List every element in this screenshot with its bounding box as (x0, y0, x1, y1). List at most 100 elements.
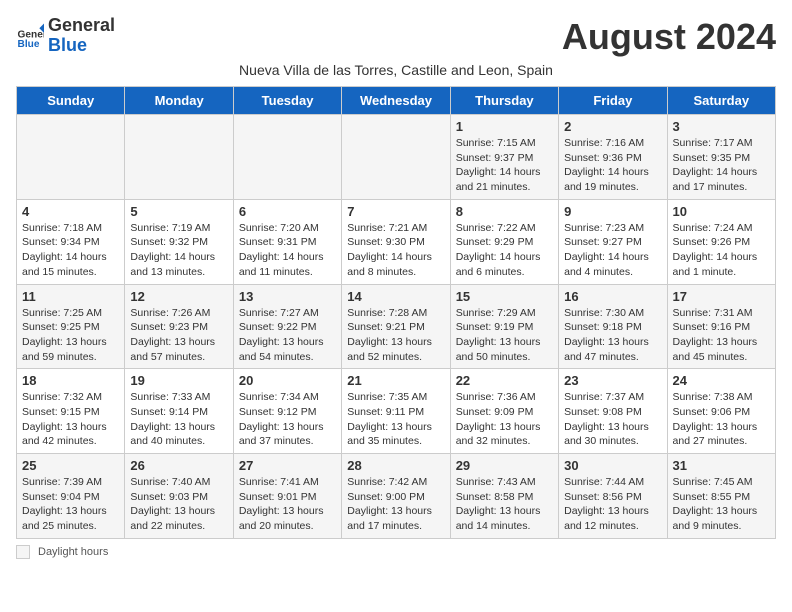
column-header-sunday: Sunday (17, 87, 125, 115)
column-header-thursday: Thursday (450, 87, 558, 115)
day-number: 24 (673, 373, 770, 388)
day-number: 3 (673, 119, 770, 134)
day-number: 10 (673, 204, 770, 219)
calendar-week-row: 1 Sunrise: 7:15 AM Sunset: 9:37 PM Daylig… (17, 115, 776, 200)
day-info: Sunrise: 7:28 AM Sunset: 9:21 PM Dayligh… (347, 306, 444, 365)
day-info: Sunrise: 7:45 AM Sunset: 8:55 PM Dayligh… (673, 475, 770, 534)
calendar-week-row: 18 Sunrise: 7:32 AM Sunset: 9:15 PM Dayli… (17, 369, 776, 454)
calendar-table: SundayMondayTuesdayWednesdayThursdayFrid… (16, 86, 776, 539)
day-info: Sunrise: 7:38 AM Sunset: 9:06 PM Dayligh… (673, 390, 770, 449)
day-number: 6 (239, 204, 336, 219)
day-number: 8 (456, 204, 553, 219)
day-number: 1 (456, 119, 553, 134)
legend: Daylight hours (16, 545, 776, 559)
day-number: 11 (22, 289, 119, 304)
day-info: Sunrise: 7:42 AM Sunset: 9:00 PM Dayligh… (347, 475, 444, 534)
calendar-cell: 30Sunrise: 7:44 AM Sunset: 8:56 PM Dayli… (559, 454, 667, 539)
day-info: Sunrise: 7:15 AM Sunset: 9:37 PM Dayligh… (456, 136, 553, 195)
day-number: 15 (456, 289, 553, 304)
calendar-cell: 1 Sunrise: 7:15 AM Sunset: 9:37 PM Daylig… (450, 115, 558, 200)
day-number: 5 (130, 204, 227, 219)
logo-blue-text: Blue (48, 35, 87, 55)
column-header-saturday: Saturday (667, 87, 775, 115)
legend-box (16, 545, 30, 559)
calendar-cell (342, 115, 450, 200)
calendar-cell: 19Sunrise: 7:33 AM Sunset: 9:14 PM Dayli… (125, 369, 233, 454)
calendar-cell: 27Sunrise: 7:41 AM Sunset: 9:01 PM Dayli… (233, 454, 341, 539)
legend-label: Daylight hours (38, 546, 108, 558)
column-header-friday: Friday (559, 87, 667, 115)
day-info: Sunrise: 7:40 AM Sunset: 9:03 PM Dayligh… (130, 475, 227, 534)
calendar-cell: 8 Sunrise: 7:22 AM Sunset: 9:29 PM Daylig… (450, 199, 558, 284)
calendar-cell: 9Sunrise: 7:23 AM Sunset: 9:27 PM Daylig… (559, 199, 667, 284)
logo: General Blue General Blue (16, 16, 115, 56)
calendar-cell: 20Sunrise: 7:34 AM Sunset: 9:12 PM Dayli… (233, 369, 341, 454)
calendar-cell: 23 Sunrise: 7:37 AM Sunset: 9:08 PM Dayli… (559, 369, 667, 454)
day-info: Sunrise: 7:36 AM Sunset: 9:09 PM Dayligh… (456, 390, 553, 449)
calendar-header-row: SundayMondayTuesdayWednesdayThursdayFrid… (17, 87, 776, 115)
day-info: Sunrise: 7:18 AM Sunset: 9:34 PM Dayligh… (22, 221, 119, 280)
day-number: 18 (22, 373, 119, 388)
day-number: 26 (130, 458, 227, 473)
day-number: 14 (347, 289, 444, 304)
calendar-cell: 16Sunrise: 7:30 AM Sunset: 9:18 PM Dayli… (559, 284, 667, 369)
day-info: Sunrise: 7:37 AM Sunset: 9:08 PM Dayligh… (564, 390, 661, 449)
calendar-cell: 6 Sunrise: 7:20 AM Sunset: 9:31 PM Daylig… (233, 199, 341, 284)
day-number: 22 (456, 373, 553, 388)
logo-icon: General Blue (16, 22, 44, 50)
day-info: Sunrise: 7:22 AM Sunset: 9:29 PM Dayligh… (456, 221, 553, 280)
calendar-cell: 25 Sunrise: 7:39 AM Sunset: 9:04 PM Dayli… (17, 454, 125, 539)
calendar-cell: 11Sunrise: 7:25 AM Sunset: 9:25 PM Dayli… (17, 284, 125, 369)
day-info: Sunrise: 7:43 AM Sunset: 8:58 PM Dayligh… (456, 475, 553, 534)
day-number: 13 (239, 289, 336, 304)
day-number: 30 (564, 458, 661, 473)
day-number: 23 (564, 373, 661, 388)
column-header-tuesday: Tuesday (233, 87, 341, 115)
day-info: Sunrise: 7:16 AM Sunset: 9:36 PM Dayligh… (564, 136, 661, 195)
column-header-monday: Monday (125, 87, 233, 115)
calendar-cell: 7 Sunrise: 7:21 AM Sunset: 9:30 PM Daylig… (342, 199, 450, 284)
calendar-cell: 26 Sunrise: 7:40 AM Sunset: 9:03 PM Dayli… (125, 454, 233, 539)
calendar-cell: 13 Sunrise: 7:27 AM Sunset: 9:22 PM Dayli… (233, 284, 341, 369)
day-info: Sunrise: 7:35 AM Sunset: 9:11 PM Dayligh… (347, 390, 444, 449)
calendar-cell: 12Sunrise: 7:26 AM Sunset: 9:23 PM Dayli… (125, 284, 233, 369)
calendar-week-row: 4 Sunrise: 7:18 AM Sunset: 9:34 PM Daylig… (17, 199, 776, 284)
day-info: Sunrise: 7:39 AM Sunset: 9:04 PM Dayligh… (22, 475, 119, 534)
day-info: Sunrise: 7:20 AM Sunset: 9:31 PM Dayligh… (239, 221, 336, 280)
day-info: Sunrise: 7:41 AM Sunset: 9:01 PM Dayligh… (239, 475, 336, 534)
day-info: Sunrise: 7:31 AM Sunset: 9:16 PM Dayligh… (673, 306, 770, 365)
calendar-cell: 5 Sunrise: 7:19 AM Sunset: 9:32 PM Daylig… (125, 199, 233, 284)
day-number: 17 (673, 289, 770, 304)
day-number: 29 (456, 458, 553, 473)
calendar-week-row: 25 Sunrise: 7:39 AM Sunset: 9:04 PM Dayli… (17, 454, 776, 539)
calendar-cell: 24 Sunrise: 7:38 AM Sunset: 9:06 PM Dayli… (667, 369, 775, 454)
day-number: 4 (22, 204, 119, 219)
day-info: Sunrise: 7:29 AM Sunset: 9:19 PM Dayligh… (456, 306, 553, 365)
day-number: 20 (239, 373, 336, 388)
calendar-cell: 22 Sunrise: 7:36 AM Sunset: 9:09 PM Dayli… (450, 369, 558, 454)
calendar-cell: 21Sunrise: 7:35 AM Sunset: 9:11 PM Dayli… (342, 369, 450, 454)
day-number: 2 (564, 119, 661, 134)
calendar-cell: 4 Sunrise: 7:18 AM Sunset: 9:34 PM Daylig… (17, 199, 125, 284)
page-header: General Blue General Blue August 2024 (16, 16, 776, 58)
column-header-wednesday: Wednesday (342, 87, 450, 115)
day-info: Sunrise: 7:26 AM Sunset: 9:23 PM Dayligh… (130, 306, 227, 365)
day-info: Sunrise: 7:27 AM Sunset: 9:22 PM Dayligh… (239, 306, 336, 365)
day-number: 7 (347, 204, 444, 219)
calendar-cell: 28 Sunrise: 7:42 AM Sunset: 9:00 PM Dayli… (342, 454, 450, 539)
day-info: Sunrise: 7:17 AM Sunset: 9:35 PM Dayligh… (673, 136, 770, 195)
calendar-cell: 2 Sunrise: 7:16 AM Sunset: 9:36 PM Daylig… (559, 115, 667, 200)
day-info: Sunrise: 7:19 AM Sunset: 9:32 PM Dayligh… (130, 221, 227, 280)
day-number: 19 (130, 373, 227, 388)
calendar-week-row: 11Sunrise: 7:25 AM Sunset: 9:25 PM Dayli… (17, 284, 776, 369)
calendar-cell: 31 Sunrise: 7:45 AM Sunset: 8:55 PM Dayli… (667, 454, 775, 539)
calendar-cell: 17 Sunrise: 7:31 AM Sunset: 9:16 PM Dayli… (667, 284, 775, 369)
day-info: Sunrise: 7:21 AM Sunset: 9:30 PM Dayligh… (347, 221, 444, 280)
calendar-cell: 10 Sunrise: 7:24 AM Sunset: 9:26 PM Dayli… (667, 199, 775, 284)
calendar-cell: 18 Sunrise: 7:32 AM Sunset: 9:15 PM Dayli… (17, 369, 125, 454)
day-number: 25 (22, 458, 119, 473)
day-info: Sunrise: 7:32 AM Sunset: 9:15 PM Dayligh… (22, 390, 119, 449)
day-number: 31 (673, 458, 770, 473)
day-info: Sunrise: 7:24 AM Sunset: 9:26 PM Dayligh… (673, 221, 770, 280)
day-number: 28 (347, 458, 444, 473)
